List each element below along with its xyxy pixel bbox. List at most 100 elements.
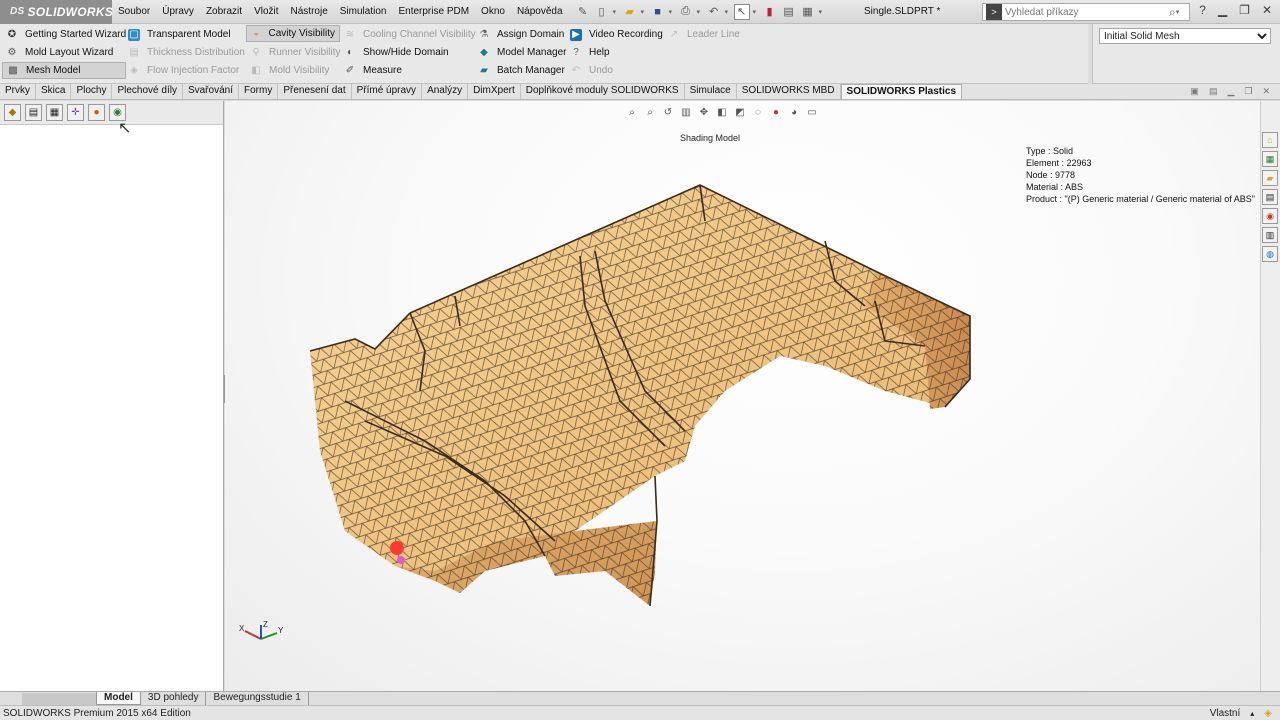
close-icon[interactable]: ✕ — [1262, 3, 1272, 17]
new-document-icon[interactable]: ▯ — [594, 4, 610, 20]
unit-system-label[interactable]: Vlastní — [1210, 708, 1241, 719]
file-explorer-icon[interactable]: ▰ — [1262, 170, 1278, 186]
tab-motion-study[interactable]: Bewegungsstudie 1 — [206, 692, 309, 705]
cascade-icon[interactable]: ▤ — [1209, 86, 1218, 97]
tab-3d-views[interactable]: 3D pohledy — [141, 692, 207, 705]
tab-preneseni-dat[interactable]: Přenesení dat — [278, 84, 352, 99]
menu-zobrazit[interactable]: Zobrazit — [200, 0, 248, 24]
previous-view-icon[interactable]: ↺ — [661, 105, 675, 119]
tab-svarovani[interactable]: Svařování — [183, 84, 239, 99]
file-properties-icon[interactable]: ▤ — [781, 4, 797, 20]
minimize-icon[interactable]: ▁ — [1227, 86, 1234, 97]
tab-solidworks-plastics[interactable]: SOLIDWORKS Plastics — [840, 84, 963, 99]
graphics-viewport[interactable]: ⌕ ⌕ ↺ ▥ ✥ ◧ ◩ ◌ ● ◕ ▭ Shading Model Type… — [225, 101, 1260, 691]
view-orientation-icon[interactable]: ◧ — [715, 105, 729, 119]
tab-doplnkove-moduly[interactable]: Doplňkové moduly SOLIDWORKS — [521, 84, 685, 99]
measure-button[interactable]: ✐ Measure — [340, 62, 406, 79]
flow-injection-factor-button[interactable]: ◈ Flow Injection Factor — [124, 62, 243, 79]
rebuild-icon[interactable]: ▮ — [762, 4, 778, 20]
appearances-icon[interactable]: ◉ — [1262, 208, 1278, 224]
mesh-model-button[interactable]: ▩ Mesh Model — [2, 62, 126, 79]
dynamic-annotation-icon[interactable]: ✥ — [697, 105, 711, 119]
open-folder-icon[interactable]: ▰ — [622, 4, 638, 20]
tab-skica[interactable]: Skica — [36, 84, 72, 99]
menu-okno[interactable]: Okno — [475, 0, 511, 24]
tab-prvky[interactable]: Prvky — [0, 84, 36, 99]
chevron-down-icon[interactable]: ▾ — [753, 8, 759, 16]
tab-plechove-dily[interactable]: Plechové díly — [112, 84, 183, 99]
injection-gate-marker[interactable] — [390, 541, 404, 555]
maximize-icon[interactable]: ❐ — [1239, 3, 1250, 17]
edit-appearance-icon[interactable]: ● — [769, 105, 783, 119]
hide-show-items-icon[interactable]: ◌ — [751, 105, 765, 119]
menu-napoveda[interactable]: Nápověda — [511, 0, 569, 24]
tab-scroll-buttons[interactable] — [22, 692, 96, 705]
apply-scene-icon[interactable]: ◕ — [787, 105, 801, 119]
configuration-manager-icon[interactable]: ▦ — [46, 104, 63, 121]
cooling-channel-visibility-button[interactable]: ≋ Cooling Channel Visibility — [340, 26, 480, 43]
dimxpert-manager-icon[interactable]: ✛ — [67, 104, 84, 121]
chevron-down-icon[interactable]: ▾ — [669, 8, 675, 16]
assign-domain-button[interactable]: ⚗ Assign Domain — [474, 26, 568, 43]
undo-icon[interactable]: ↶ — [706, 4, 722, 20]
display-manager-icon[interactable]: ● — [88, 104, 105, 121]
tab-analyzy[interactable]: Analýzy — [422, 84, 469, 99]
view-palette-icon[interactable]: ▤ — [1262, 189, 1278, 205]
restore-icon[interactable]: ❐ — [1244, 86, 1252, 97]
tab-prime-upravy[interactable]: Přímé úpravy — [352, 84, 423, 99]
menu-nastroje[interactable]: Nástroje — [285, 0, 334, 24]
undo-button[interactable]: ↶ Undo — [566, 62, 617, 79]
display-style-icon[interactable]: ◩ — [733, 105, 747, 119]
minimize-icon[interactable]: ▁ — [1218, 3, 1227, 17]
save-icon[interactable]: ■ — [650, 4, 666, 20]
getting-started-wizard-button[interactable]: ✪ Getting Started Wizard — [2, 26, 130, 43]
tab-plochy[interactable]: Plochy — [71, 84, 113, 99]
menu-vlozit[interactable]: Vložit — [248, 0, 284, 24]
chevron-up-icon[interactable]: ▴ — [1250, 709, 1254, 718]
model-manager-button[interactable]: ◆ Model Manager — [474, 44, 570, 61]
close-icon[interactable]: ✕ — [1262, 86, 1270, 97]
select-arrow-icon[interactable]: ↖ — [733, 3, 750, 20]
design-library-icon[interactable]: ▦ — [1262, 151, 1278, 167]
property-manager-icon[interactable]: ▤ — [25, 104, 42, 121]
home-icon[interactable]: ⌂ — [1262, 132, 1278, 148]
leader-line-button[interactable]: ↗ Leader Line — [664, 26, 744, 43]
search-icon[interactable]: ⌕ — [1169, 5, 1176, 20]
rebuild-status-icon[interactable]: ◈ — [1264, 708, 1272, 719]
thickness-distribution-button[interactable]: ▤ Thickness Distribution — [124, 44, 249, 61]
view-settings-icon[interactable]: ▭ — [805, 105, 819, 119]
menu-enterprise-pdm[interactable]: Enterprise PDM — [392, 0, 475, 24]
tab-simulace[interactable]: Simulace — [685, 84, 737, 99]
mold-layout-wizard-button[interactable]: ⚙ Mold Layout Wizard — [2, 44, 117, 61]
solidworks-forum-icon[interactable]: ◍ — [1262, 246, 1278, 262]
help-button[interactable]: ? Help — [566, 44, 614, 61]
search-input[interactable] — [1005, 6, 1165, 18]
command-search[interactable]: > ⌕ ▾ — [982, 3, 1190, 21]
solidworks-logo[interactable]: DS SOLIDWORKS — [0, 0, 113, 24]
help-icon[interactable]: ? — [1199, 3, 1206, 17]
menu-upravy[interactable]: Úpravy — [156, 0, 200, 24]
feature-manager-icon[interactable]: ◆ — [4, 104, 21, 121]
tile-icon[interactable]: ▣ — [1190, 86, 1199, 97]
zoom-to-area-icon[interactable]: ⌕ — [643, 105, 657, 119]
options-icon[interactable]: ▦ — [800, 4, 816, 20]
cavity-visibility-button[interactable]: ◒ Cavity Visibility — [246, 25, 340, 42]
chevron-down-icon[interactable]: ▾ — [725, 8, 731, 16]
show-hide-domain-button[interactable]: ◐ Show/Hide Domain — [340, 44, 453, 61]
batch-manager-button[interactable]: ▰ Batch Manager — [474, 62, 569, 79]
print-icon[interactable]: ⎙ — [678, 4, 694, 20]
tab-dimxpert[interactable]: DimXpert — [468, 84, 521, 99]
menu-simulation[interactable]: Simulation — [334, 0, 393, 24]
tab-formy[interactable]: Formy — [239, 84, 279, 99]
chevron-down-icon[interactable]: ▾ — [641, 8, 647, 16]
runner-visibility-button[interactable]: ⚲ Runner Visibility — [246, 44, 345, 61]
tab-model[interactable]: Model — [96, 692, 141, 705]
mold-visibility-button[interactable]: ◧ Mold Visibility — [246, 62, 333, 79]
section-view-icon[interactable]: ▥ — [679, 105, 693, 119]
mesh-type-select[interactable]: Initial Solid Mesh — [1099, 28, 1271, 44]
tab-solidworks-mbd[interactable]: SOLIDWORKS MBD — [737, 84, 841, 99]
custom-properties-icon[interactable]: ▥ — [1262, 227, 1278, 243]
video-recording-button[interactable]: ▶ Video Recording — [566, 26, 667, 43]
chevron-down-icon[interactable]: ▾ — [1176, 8, 1182, 16]
chevron-down-icon[interactable]: ▾ — [819, 8, 825, 16]
